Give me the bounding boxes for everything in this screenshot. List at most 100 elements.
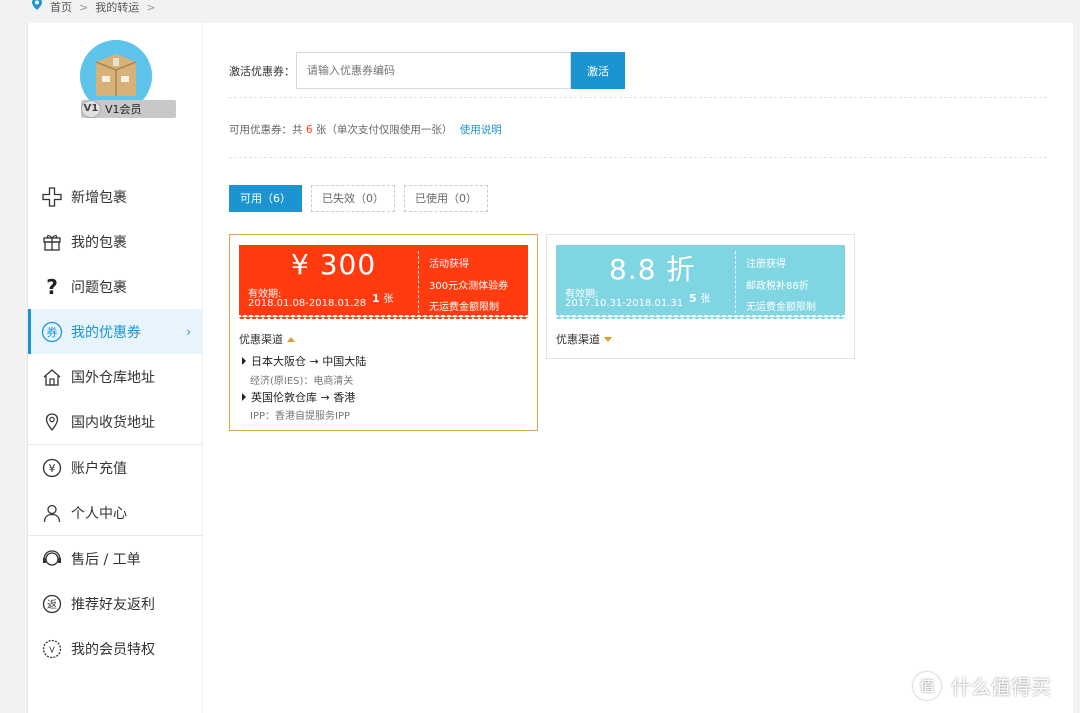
person-icon (41, 502, 63, 524)
sidebar-item-domestic-address[interactable]: 国内收货地址 (28, 399, 203, 444)
sidebar-item-overseas-warehouse[interactable]: 国外仓库地址 (28, 354, 203, 399)
sidebar-item-new-package[interactable]: 新增包裹 (28, 174, 203, 219)
available-count: 6 (305, 124, 313, 136)
activate-button[interactable]: 激活 (571, 52, 625, 89)
sidebar-item-label: 我的会员特权 (71, 641, 155, 658)
level-icon: V1 (81, 100, 101, 118)
channel-label: 优惠渠道 (239, 333, 283, 346)
channel-label: 优惠渠道 (556, 333, 600, 346)
available-suffix: 张（单次支付仅限使用一张） (315, 124, 453, 136)
sidebar-item-label: 售后 / 工单 (71, 551, 141, 568)
main-content: 激活优惠券： 激活 可用优惠券：共 6 张（单次支付仅限使用一张） 使用说明 可… (203, 23, 1073, 713)
coupon-icon: 券 (41, 321, 63, 343)
breadcrumb: 首页 > 我的转运 > (30, 0, 162, 14)
channel-toggle[interactable]: 优惠渠道 (239, 331, 295, 347)
location-pin-icon (41, 411, 63, 433)
usage-instructions-link[interactable]: 使用说明 (460, 124, 502, 136)
watermark: 值 什么值得买 (913, 671, 1051, 700)
sidebar-item-label: 问题包裹 (71, 279, 127, 296)
sidebar-item-personal-center[interactable]: 个人中心 (28, 490, 203, 535)
tab-expired[interactable]: 已失效（0） (311, 185, 395, 212)
svg-text:¥: ¥ (49, 462, 56, 475)
divider (229, 97, 1047, 98)
watermark-logo-icon: 值 (913, 671, 941, 700)
gift-box-icon (41, 231, 63, 253)
available-prefix: 可用优惠券：共 (229, 124, 303, 136)
sidebar-item-after-sales[interactable]: 售后 / 工单 (28, 536, 203, 581)
coupon-count: 1 张 (372, 292, 394, 305)
location-pin-icon (32, 0, 42, 10)
coupon-source: 活动获得 (429, 259, 469, 270)
headset-icon (41, 548, 63, 570)
valid-range: 2017.10.31-2018.01.31 (565, 298, 684, 309)
house-icon (41, 366, 63, 388)
coupon-card[interactable]: 8.8 折 有效期: 2017.10.31-2018.01.31 5 张 注册获… (546, 234, 855, 359)
yen-icon: ¥ (41, 457, 63, 479)
member-level-badge: V1 V1会员 (81, 100, 176, 118)
sidebar-item-referral[interactable]: 返 推荐好友返利 (28, 581, 203, 626)
chevron-right-icon: > (79, 0, 89, 14)
ticket-divider (735, 251, 736, 313)
coupon-amount: ¥ 300 (291, 248, 377, 281)
rebate-icon: 返 (41, 593, 63, 615)
sidebar-item-my-coupons[interactable]: 券 我的优惠券 › (28, 309, 203, 354)
chevron-right-icon: > (146, 0, 156, 14)
route-item: 日本大阪仓 → 中国大陆 (242, 353, 366, 369)
coupon-desc: 邮政税补88折 (746, 281, 809, 292)
question-icon: ? (46, 274, 58, 299)
coupon-limit: 无运费金额限制 (746, 302, 816, 313)
coupon-code-input[interactable] (296, 52, 571, 89)
plus-icon (41, 186, 63, 208)
sidebar-item-label: 国外仓库地址 (71, 369, 155, 386)
route-detail: IPP：香港自提服务IPP (250, 411, 351, 422)
sidebar-item-member-privileges[interactable]: V 我的会员特权 (28, 626, 203, 671)
sidebar: V1 V1会员 新增包裹 我的包裹 ? 问题包裹 券 我的优惠券 › 国外仓库地… (27, 23, 203, 713)
caret-right-icon (242, 393, 246, 401)
breadcrumb-home[interactable]: 首页 (50, 0, 72, 15)
coupon-limit: 无运费金额限制 (429, 302, 499, 313)
valid-range: 2018.01.08-2018.01.28 (248, 298, 367, 309)
tab-used[interactable]: 已使用（0） (404, 185, 488, 212)
sidebar-item-label: 国内收货地址 (71, 414, 155, 431)
tab-available[interactable]: 可用（6） (229, 185, 302, 212)
sidebar-item-label: 个人中心 (71, 505, 127, 522)
caret-down-icon (604, 336, 612, 342)
sidebar-menu: 新增包裹 我的包裹 ? 问题包裹 券 我的优惠券 › 国外仓库地址 国内收货地址… (28, 174, 203, 671)
sidebar-item-label: 我的包裹 (71, 234, 127, 251)
coupon-tabs: 可用（6） 已失效（0） 已使用（0） (229, 185, 488, 212)
sidebar-item-label: 我的优惠券 (71, 324, 141, 341)
level-label: V1会员 (105, 103, 142, 116)
route-name: 日本大阪仓 → 中国大陆 (251, 355, 367, 368)
svg-text:V: V (49, 645, 55, 654)
divider (229, 157, 1047, 158)
coupon-amount: 8.8 折 (609, 253, 696, 286)
coupon-desc: 300元众测体验券 (429, 281, 509, 292)
ticket-divider (418, 251, 419, 313)
caret-up-icon (287, 336, 295, 342)
sidebar-item-recharge[interactable]: ¥ 账户充值 (28, 445, 203, 490)
breadcrumb-current[interactable]: 我的转运 (95, 0, 139, 15)
sidebar-item-problem-packages[interactable]: ? 问题包裹 (28, 264, 203, 309)
route-detail: 经济(原IES)：电商清关 (250, 376, 354, 387)
svg-text:券: 券 (47, 325, 58, 339)
sidebar-item-my-packages[interactable]: 我的包裹 (28, 219, 203, 264)
vip-badge-icon: V (41, 638, 63, 660)
sidebar-item-label: 账户充值 (71, 460, 127, 477)
activate-coupon-form: 激活优惠券： 激活 (229, 52, 625, 89)
coupon-ticket: ¥ 300 有效期: 2018.01.08-2018.01.28 1 张 活动获… (239, 245, 528, 319)
sidebar-item-label: 推荐好友返利 (71, 596, 155, 613)
sidebar-item-label: 新增包裹 (71, 189, 127, 206)
coupon-ticket: 8.8 折 有效期: 2017.10.31-2018.01.31 5 张 注册获… (556, 245, 845, 319)
channel-toggle[interactable]: 优惠渠道 (556, 331, 612, 347)
coupon-count: 5 张 (689, 292, 711, 305)
route-name: 英国伦敦仓库 → 香港 (251, 391, 356, 404)
coupon-card[interactable]: ¥ 300 有效期: 2018.01.08-2018.01.28 1 张 活动获… (229, 234, 538, 431)
route-item: 英国伦敦仓库 → 香港 (242, 389, 355, 405)
chevron-right-icon: › (186, 324, 191, 339)
caret-right-icon (242, 357, 246, 365)
available-coupons-info: 可用优惠券：共 6 张（单次支付仅限使用一张） 使用说明 (229, 122, 502, 137)
svg-text:返: 返 (47, 599, 57, 611)
coupon-source: 注册获得 (746, 259, 786, 270)
watermark-text: 什么值得买 (951, 675, 1051, 699)
activate-label: 激活优惠券： (229, 64, 295, 78)
